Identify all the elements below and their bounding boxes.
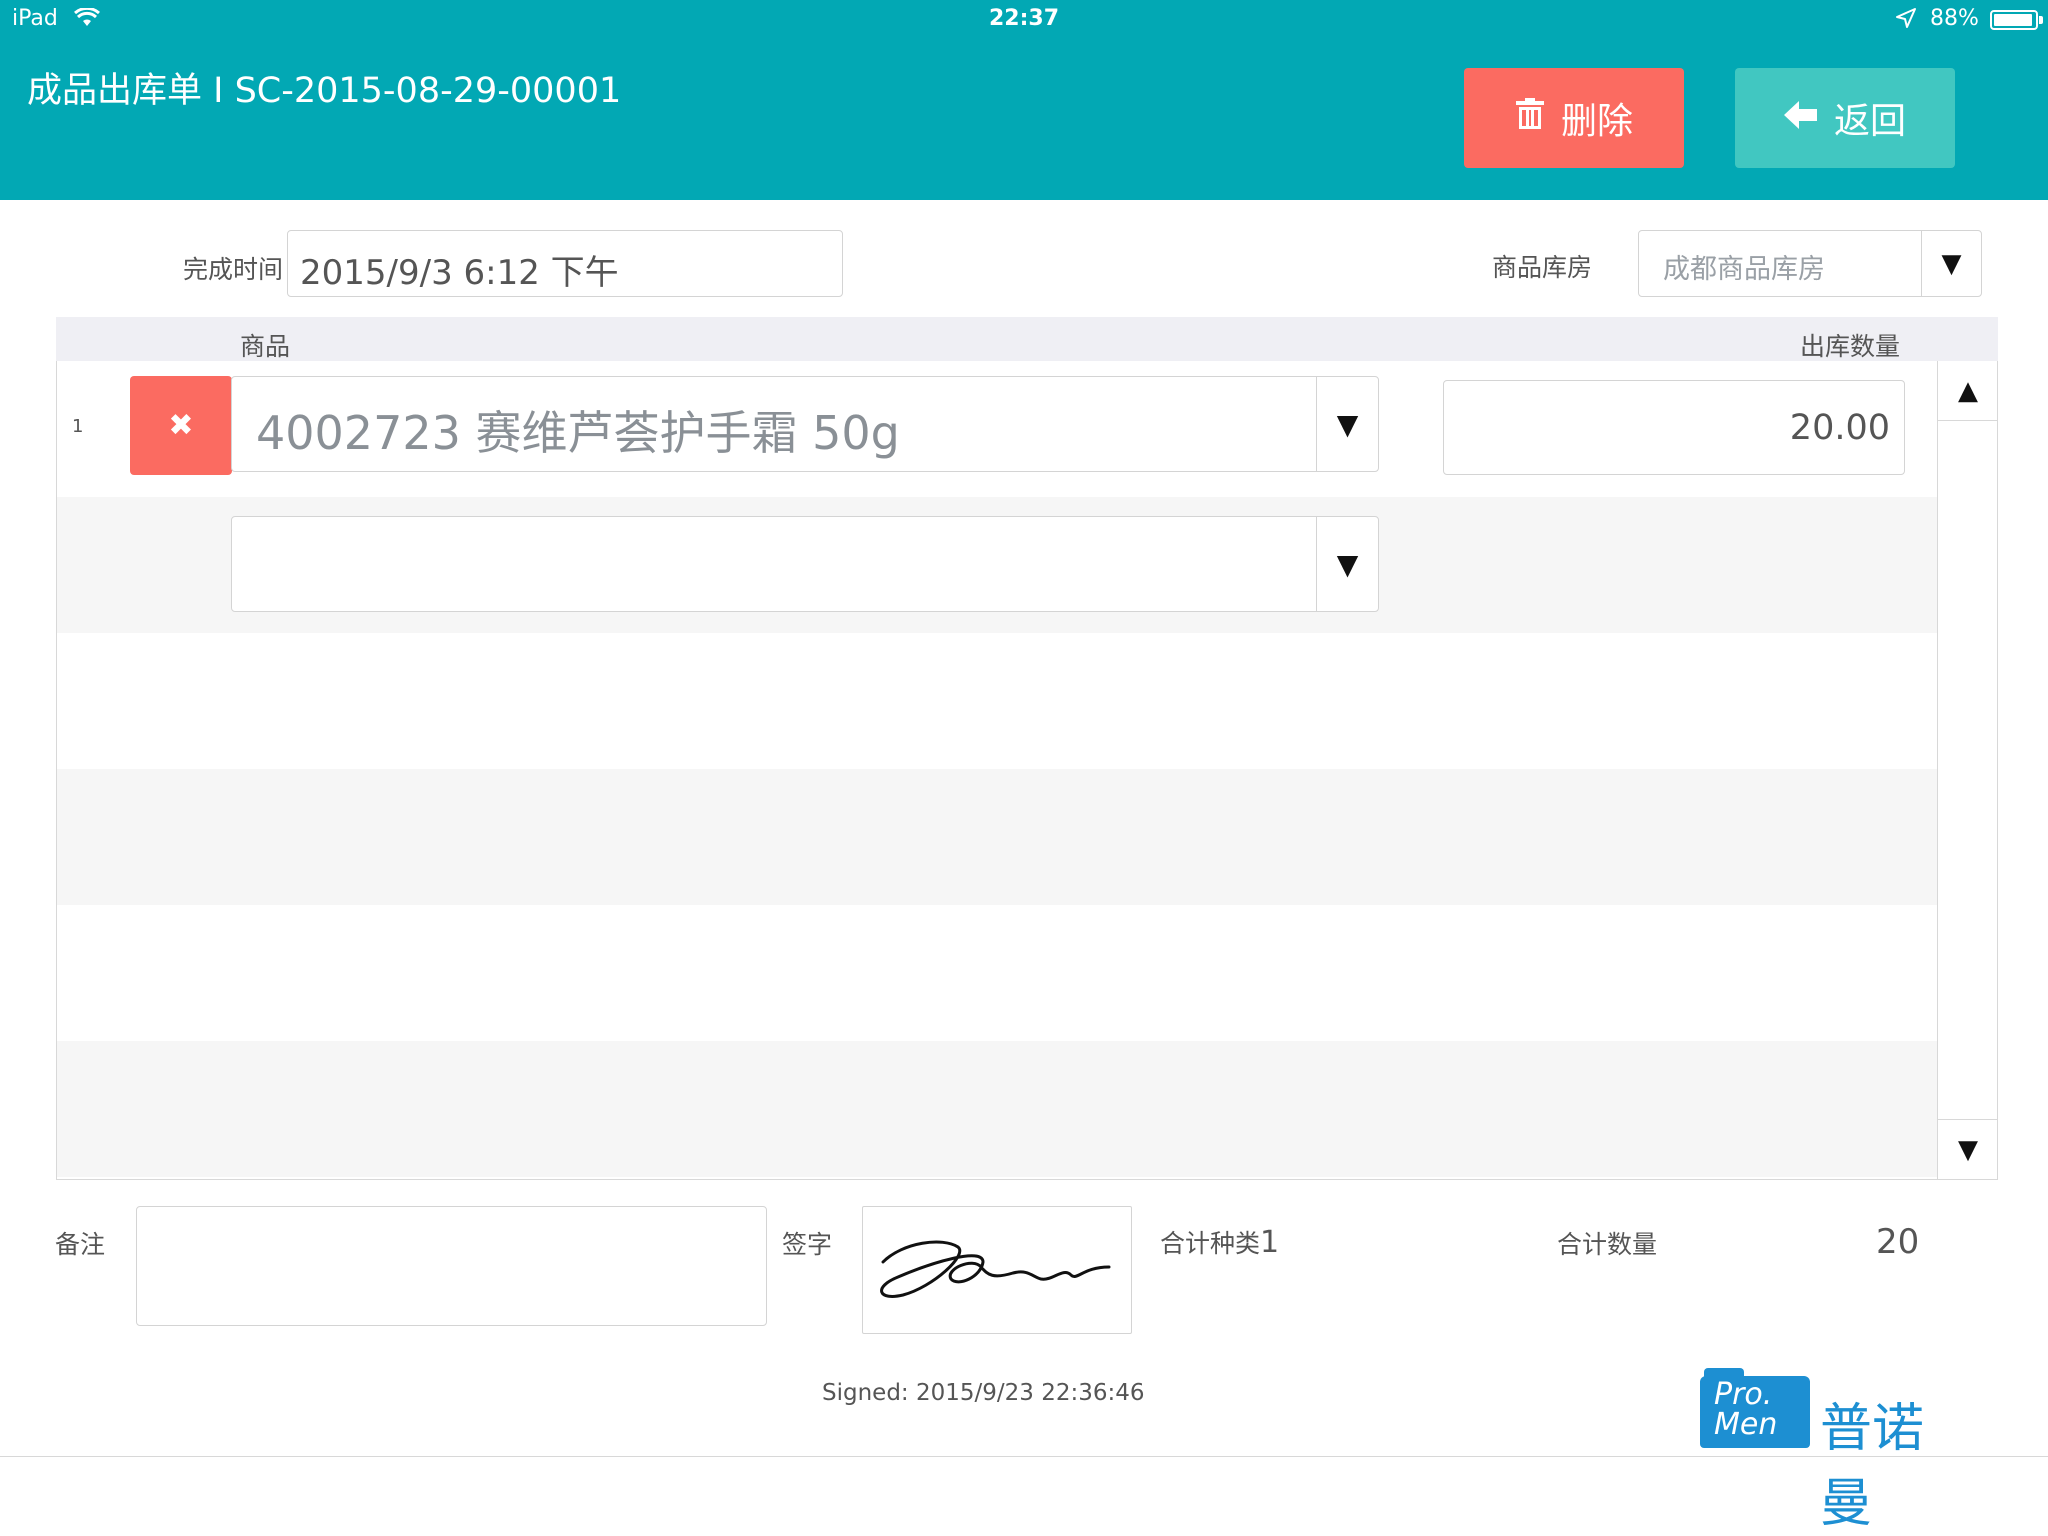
sign-label: 签字 (782, 1230, 833, 1259)
back-button[interactable]: 返回 (1735, 68, 1955, 168)
row-index: 1 (72, 416, 84, 437)
logo-badge: Pro. Men (1700, 1368, 1810, 1448)
logo-badge-line2: Men (1714, 1407, 1778, 1442)
table-row-new: ▼ (57, 497, 1937, 633)
note-field[interactable] (136, 1206, 767, 1326)
column-header-quantity: 出库数量 (1799, 332, 1900, 361)
finish-time-field[interactable]: 2015/9/3 6:12 下午 (287, 230, 843, 297)
caret-down-icon[interactable]: ▼ (1938, 1119, 1997, 1179)
logo-badge-line1: Pro. (1714, 1377, 1773, 1412)
table-row: 1 ✖ 4002723 赛维芦荟护手霜 50g ▼ 20.00 (57, 361, 1937, 497)
promen-logo: Pro. Men 普诺曼 (1700, 1368, 1970, 1534)
warehouse-select[interactable]: 成都商品库房 ▼ (1638, 230, 1982, 297)
table-row-empty (57, 769, 1937, 905)
delete-label: 删除 (1560, 101, 1633, 142)
arrow-left-icon (1783, 98, 1818, 139)
battery-icon (1990, 10, 2043, 30)
total-kinds: 合计种类1 (1160, 1224, 1279, 1260)
table-row-empty (57, 1041, 1937, 1177)
caret-down-icon[interactable]: ▼ (1316, 517, 1378, 611)
total-kinds-label: 合计种类 (1160, 1229, 1261, 1258)
new-product-select[interactable]: ▼ (231, 516, 1379, 612)
warehouse-value: 成都商品库房 (1663, 254, 1825, 285)
divider (0, 1456, 2048, 1457)
close-icon: ✖ (168, 408, 194, 443)
total-kinds-value: 1 (1260, 1225, 1280, 1260)
quantity-field[interactable]: 20.00 (1443, 380, 1905, 475)
items-table: 1 ✖ 4002723 赛维芦荟护手霜 50g ▼ 20.00 ▼ ▲ ▼ (56, 361, 1998, 1180)
total-quantity-value: 20 (1876, 1222, 1920, 1262)
caret-down-icon[interactable]: ▼ (1921, 231, 1981, 296)
signature-image (880, 1240, 1111, 1298)
caret-down-icon[interactable]: ▼ (1316, 377, 1378, 471)
product-value: 4002723 赛维芦荟护手霜 50g (256, 406, 900, 460)
logo-text: 普诺曼 (1820, 1399, 1925, 1534)
remove-row-button[interactable]: ✖ (130, 376, 232, 475)
location-icon (1895, 7, 1917, 35)
trash-icon (1515, 97, 1545, 139)
status-time: 22:37 (988, 6, 1060, 31)
page-title: 成品出库单 I SC-2015-08-29-00001 (27, 71, 622, 111)
delete-button[interactable]: 删除 (1464, 68, 1684, 168)
back-label: 返回 (1833, 101, 1906, 142)
note-label: 备注 (55, 1230, 106, 1259)
signature-pad[interactable] (862, 1206, 1132, 1334)
caret-up-icon[interactable]: ▲ (1938, 361, 1997, 421)
table-row-empty (57, 905, 1937, 1041)
signed-timestamp: Signed: 2015/9/23 22:36:46 (822, 1380, 1145, 1406)
table-row-empty (57, 633, 1937, 769)
table-header: 商品 出库数量 (56, 317, 1998, 361)
column-header-product: 商品 (240, 332, 291, 361)
warehouse-label: 商品库房 (1492, 253, 1593, 282)
finish-time-label: 完成时间 (183, 255, 284, 284)
total-quantity-label: 合计数量 (1557, 1230, 1658, 1259)
product-select[interactable]: 4002723 赛维芦荟护手霜 50g ▼ (231, 376, 1379, 472)
table-scrollbar[interactable]: ▲ ▼ (1937, 361, 1997, 1179)
app-header: iPad 22:37 88% 成品出库单 I SC-2015-08-29-000… (0, 0, 2048, 200)
battery-percent: 88% (1930, 6, 1979, 31)
